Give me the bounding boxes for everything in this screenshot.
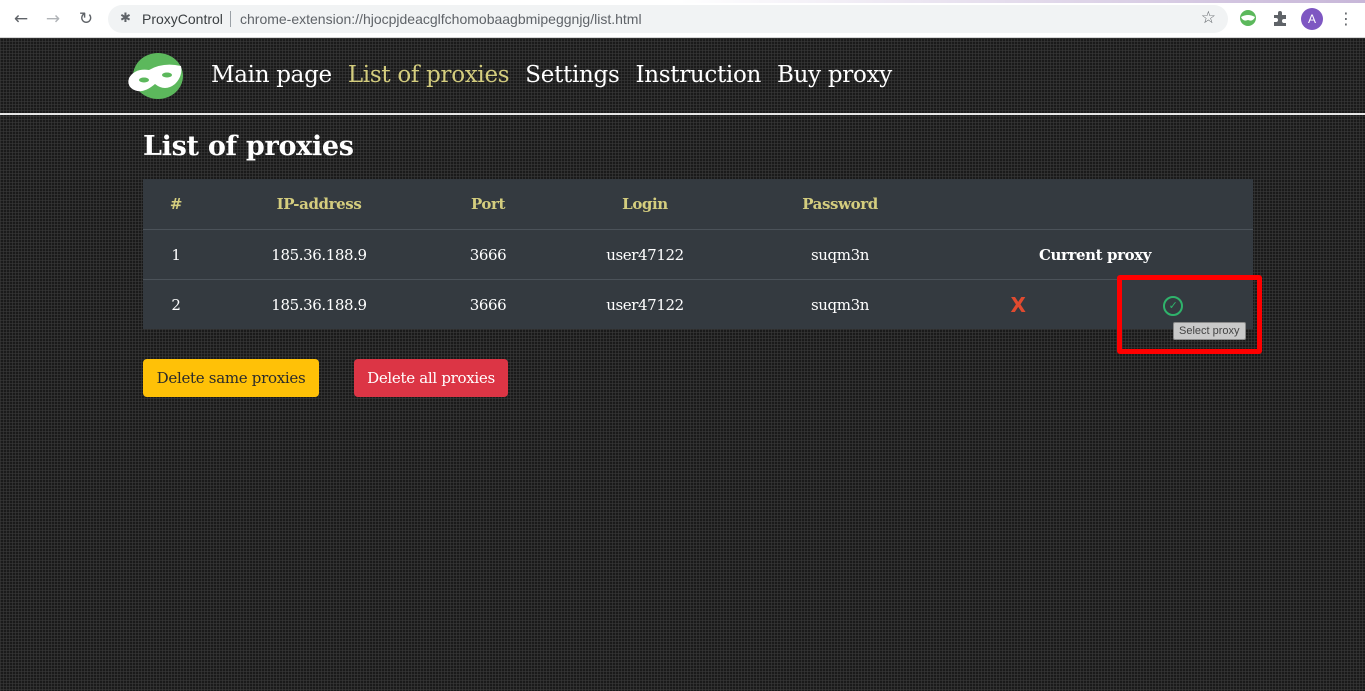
proxycontrol-extension-icon[interactable]: [1239, 9, 1257, 27]
reload-button[interactable]: ↻: [75, 8, 97, 30]
arrow-left-icon: ←: [13, 9, 29, 29]
select-proxy-tooltip: Select proxy: [1173, 322, 1246, 340]
page-title: List of proxies: [143, 131, 354, 162]
table-row: 2 185.36.188.9 3666 user47122 suqm3n X ✓: [143, 279, 1253, 329]
site-header: Main page List of proxies Settings Instr…: [0, 38, 1365, 115]
delete-proxy-button[interactable]: X: [993, 280, 1043, 330]
nav-list-of-proxies[interactable]: List of proxies: [348, 62, 510, 88]
nav-buy-proxy[interactable]: Buy proxy: [777, 62, 892, 88]
header-port: Port: [470, 195, 506, 213]
nav-main-page[interactable]: Main page: [211, 62, 332, 88]
profile-avatar[interactable]: A: [1301, 8, 1323, 30]
more-menu-icon[interactable]: ⋮: [1338, 8, 1354, 30]
row-password: suqm3n: [811, 246, 869, 264]
extensions-puzzle-icon[interactable]: [1271, 9, 1289, 27]
forward-button[interactable]: →: [42, 8, 64, 30]
delete-same-proxies-button[interactable]: Delete same proxies: [143, 359, 319, 397]
table-row: 1 185.36.188.9 3666 user47122 suqm3n Cur…: [143, 229, 1253, 279]
row-port: 3666: [469, 296, 507, 314]
header-ip-address: IP-address: [276, 195, 362, 213]
row-password: suqm3n: [811, 296, 869, 314]
row-number: 2: [171, 296, 181, 314]
delete-x-icon: X: [1010, 293, 1026, 317]
extension-puzzle-icon: ✱: [120, 11, 131, 26]
page-body: Main page List of proxies Settings Instr…: [0, 38, 1365, 691]
header-number: #: [169, 195, 183, 213]
table-header-row: # IP-address Port Login Password: [143, 179, 1253, 229]
divider: [230, 11, 231, 27]
tab-strip-edge: [680, 0, 1365, 3]
delete-all-proxies-button[interactable]: Delete all proxies: [354, 359, 508, 397]
site-name: ProxyControl: [142, 11, 223, 27]
url-text[interactable]: chrome-extension://hjocpjdeacglfchomobaa…: [240, 11, 642, 27]
header-password: Password: [802, 195, 878, 213]
row-number: 1: [171, 246, 181, 264]
header-login: Login: [622, 195, 668, 213]
row-ip: 185.36.188.9: [271, 296, 367, 314]
reload-icon: ↻: [78, 9, 94, 29]
browser-toolbar: ← → ↻ ✱ ProxyControl chrome-extension://…: [0, 0, 1365, 38]
annotation-highlight-box: [1117, 275, 1262, 354]
row-login: user47122: [606, 246, 684, 264]
nav-settings[interactable]: Settings: [525, 62, 619, 88]
current-proxy-label: Current proxy: [1038, 246, 1152, 264]
main-nav: Main page List of proxies Settings Instr…: [211, 62, 908, 88]
back-button[interactable]: ←: [10, 8, 32, 30]
arrow-right-icon: →: [45, 9, 61, 29]
row-port: 3666: [469, 246, 507, 264]
bookmark-star-icon[interactable]: ☆: [1201, 8, 1216, 28]
row-login: user47122: [606, 296, 684, 314]
address-bar[interactable]: ✱ ProxyControl chrome-extension://hjocpj…: [108, 5, 1228, 33]
logo-mask-icon[interactable]: [127, 52, 185, 100]
row-ip: 185.36.188.9: [271, 246, 367, 264]
proxies-table: # IP-address Port Login Password 1 185.3…: [143, 179, 1253, 329]
nav-instruction[interactable]: Instruction: [635, 62, 761, 88]
